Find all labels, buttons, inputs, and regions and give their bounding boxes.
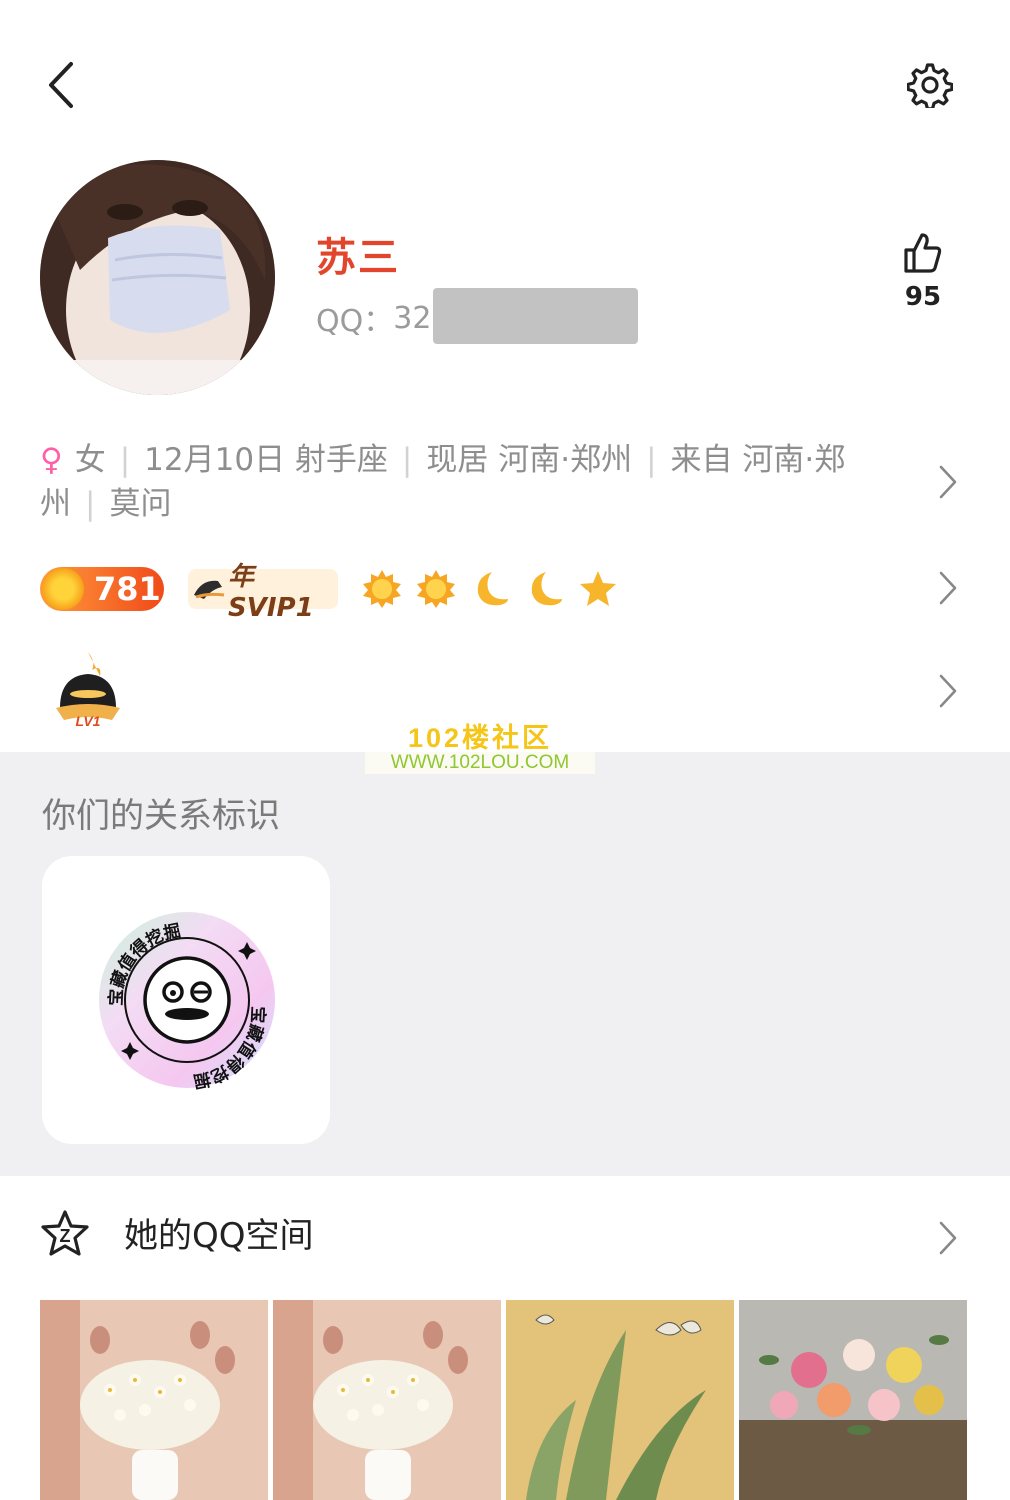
qzone-title: 她的QQ空间 <box>124 1216 314 1256</box>
level-icons <box>362 569 618 609</box>
info-chevron[interactable] <box>930 464 966 500</box>
gender: 女 <box>74 442 106 478</box>
photo-thumbnail[interactable] <box>739 1300 967 1500</box>
flower-vase-photo <box>40 1300 268 1500</box>
like-button[interactable]: 95 <box>888 232 958 312</box>
butterfly-painting-photo <box>506 1300 734 1500</box>
settings-button[interactable] <box>900 55 960 115</box>
qq-visible-digits: 32 <box>393 300 432 336</box>
profile-info[interactable]: ♀ 女 | 12月10日 射手座 | 现居 河南·郑州 | 来自 河南·郑州 | 莫问 <box>40 438 880 526</box>
qzone-star-icon: Z <box>41 1209 89 1256</box>
relationship-title: 你们的关系标识 <box>42 796 280 836</box>
moon-icon <box>477 572 508 606</box>
divider: | <box>401 442 413 478</box>
rose-bouquet-photo <box>739 1300 967 1500</box>
flame-helmet-icon: LV1 <box>56 652 120 729</box>
level-value: 781 <box>94 570 161 608</box>
photo-thumbnail[interactable] <box>273 1300 501 1500</box>
treasure-badge-icon: 宝藏值得挖掘 宝藏值得挖掘 <box>99 912 275 1092</box>
lv-label: LV1 <box>76 713 101 729</box>
female-icon: ♀ <box>40 442 63 478</box>
chevron-right-icon <box>939 571 957 605</box>
qq-label: QQ： <box>316 304 394 339</box>
watermark-line2: WWW.102LOU.COM <box>365 752 595 774</box>
signature: 莫问 <box>109 486 172 522</box>
lv-chevron[interactable] <box>930 673 966 709</box>
photo-thumbnail[interactable] <box>506 1300 734 1500</box>
game-level-badge[interactable]: LV1 <box>52 650 124 730</box>
avatar-photo <box>40 160 275 395</box>
qq-level-badge: 781 <box>40 567 164 611</box>
relationship-card[interactable]: 宝藏值得挖掘 宝藏值得挖掘 <box>42 856 330 1144</box>
watermark: 102楼社区 WWW.102LOU.COM <box>365 724 595 774</box>
chevron-right-icon <box>939 465 957 499</box>
qzone-row[interactable]: Z 她的QQ空间 <box>40 1208 314 1257</box>
birthday: 12月10日 射手座 <box>144 442 388 478</box>
watermark-line1: 102楼社区 <box>407 723 553 753</box>
svip-badge: 年SVIP1 <box>188 562 338 623</box>
thumbs-up-icon <box>904 233 942 273</box>
svg-text:Z: Z <box>60 1226 71 1246</box>
badges-row[interactable]: 781 年SVIP1 <box>40 562 618 623</box>
qzone-photos <box>40 1300 967 1500</box>
current-city: 现居 河南·郑州 <box>426 442 633 478</box>
badges-chevron[interactable] <box>930 570 966 606</box>
svip-hat-icon <box>194 580 225 599</box>
sun-icon <box>363 570 401 608</box>
back-button[interactable] <box>30 55 90 115</box>
profile-name: 苏三 <box>316 235 400 281</box>
chevron-left-icon <box>49 62 73 108</box>
chevron-right-icon <box>939 1221 957 1255</box>
divider: | <box>85 486 96 522</box>
moon-icon <box>531 572 562 606</box>
divider: | <box>646 442 657 478</box>
star-icon <box>580 571 616 606</box>
sun-icon <box>417 570 455 608</box>
qq-redaction <box>433 288 639 344</box>
qq-number: QQ： 32 <box>316 288 639 344</box>
svip-label: 年SVIP1 <box>228 561 314 623</box>
like-count: 95 <box>904 282 942 312</box>
avatar[interactable] <box>40 160 275 395</box>
flower-vase-photo <box>273 1300 501 1500</box>
photo-thumbnail[interactable] <box>40 1300 268 1500</box>
divider: | <box>119 442 131 478</box>
qzone-chevron[interactable] <box>930 1220 966 1256</box>
coin-icon <box>42 568 84 610</box>
gear-icon <box>907 63 953 108</box>
chevron-right-icon <box>939 674 957 708</box>
